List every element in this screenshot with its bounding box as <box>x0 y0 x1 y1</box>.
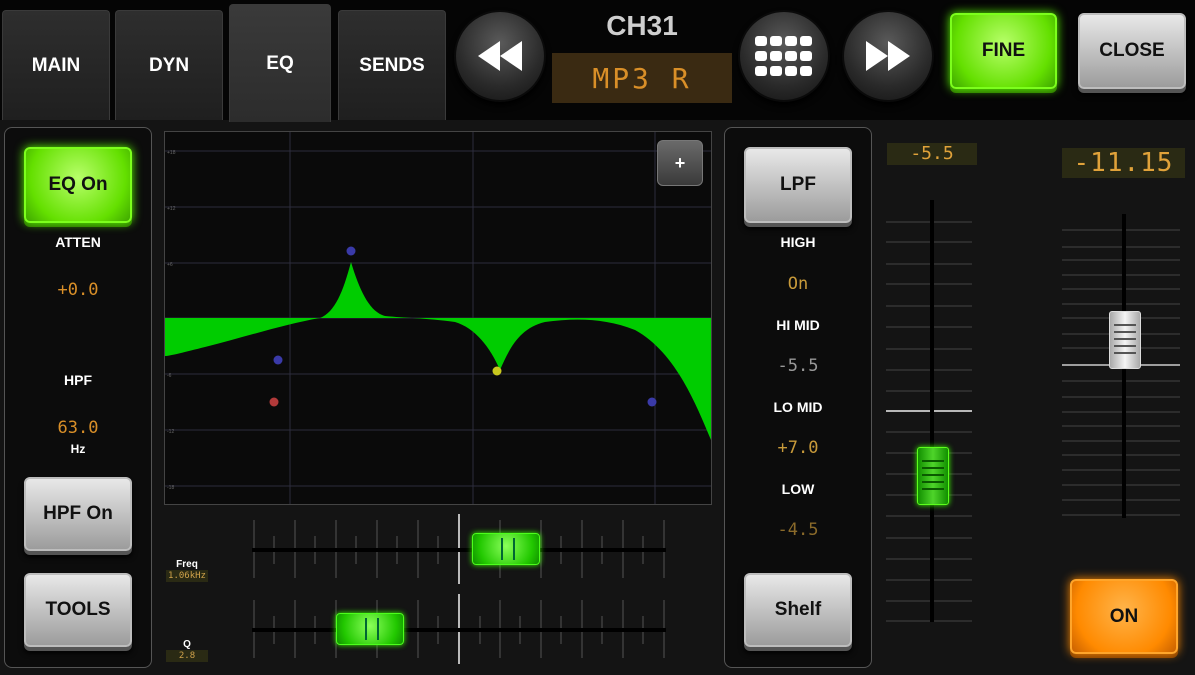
grid-icon <box>755 36 812 76</box>
close-button[interactable]: CLOSE <box>1078 13 1186 89</box>
rewind-icon <box>478 41 522 71</box>
gain-fader-handle[interactable] <box>917 447 949 505</box>
band-node-hpf[interactable] <box>269 397 279 407</box>
eq-curve-plot: +18 +12 +6 -6 -12 -18 <box>165 132 711 504</box>
svg-text:+18: +18 <box>167 150 176 156</box>
slider-ticks <box>252 514 666 664</box>
band-lo-mid-label[interactable]: LO MID <box>724 399 872 415</box>
gain-fader-scale <box>886 200 972 622</box>
svg-text:+12: +12 <box>167 206 176 212</box>
band-high-label[interactable]: HIGH <box>724 234 872 250</box>
channel-select-button[interactable] <box>738 10 830 102</box>
atten-value[interactable]: +0.0 <box>4 280 152 300</box>
q-value: 2.8 <box>166 650 208 662</box>
band-low-value: -4.5 <box>777 520 819 540</box>
q-label: Q <box>183 639 191 650</box>
tab-sends-label: SENDS <box>359 54 425 76</box>
channel-on-button[interactable]: ON <box>1070 579 1178 654</box>
band-node-lo-mid[interactable] <box>492 366 502 376</box>
hpf-frequency-value[interactable]: 63.0 <box>4 418 152 438</box>
hpf-on-button[interactable]: HPF On <box>24 477 132 551</box>
zoom-button[interactable]: + <box>657 140 703 186</box>
q-slider-handle[interactable] <box>336 613 404 645</box>
level-readout: -11.15 <box>1062 148 1185 178</box>
tab-eq-label: EQ <box>266 53 294 74</box>
next-channel-button[interactable] <box>842 10 934 102</box>
shelf-button[interactable]: Shelf <box>744 573 852 647</box>
tab-main-label: MAIN <box>31 54 81 76</box>
tab-dyn[interactable]: DYN <box>115 10 223 120</box>
freq-label: Freq <box>176 559 198 570</box>
lpf-button[interactable]: LPF <box>744 147 852 223</box>
band-node-low[interactable] <box>273 355 283 365</box>
band-high-value: On <box>787 274 809 294</box>
band-lo-mid-value: +7.0 <box>777 438 819 458</box>
svg-text:-12: -12 <box>167 429 174 435</box>
tab-eq[interactable]: EQ <box>229 4 331 122</box>
band-hi-mid-label[interactable]: HI MID <box>724 317 872 333</box>
band-node-lpf[interactable] <box>647 397 657 407</box>
atten-label: ATTEN <box>55 234 101 250</box>
fine-button[interactable]: FINE <box>950 13 1057 89</box>
eq-response-fill <box>165 262 711 440</box>
tab-dyn-label: DYN <box>148 54 190 76</box>
freq-slider-handle[interactable] <box>472 533 540 565</box>
channel-number: CH31 <box>606 10 678 41</box>
tab-sends[interactable]: SENDS <box>338 10 446 120</box>
hpf-label: HPF <box>64 372 92 388</box>
fast-forward-icon <box>866 41 910 71</box>
svg-text:-18: -18 <box>167 485 174 491</box>
tab-main[interactable]: MAIN <box>2 10 110 120</box>
band-low-label[interactable]: LOW <box>724 481 872 497</box>
band-node-hi-mid[interactable] <box>346 246 356 256</box>
tools-button[interactable]: TOOLS <box>24 573 132 647</box>
eq-curve-graph[interactable]: +18 +12 +6 -6 -12 -18 + <box>164 131 712 505</box>
svg-text:+6: +6 <box>167 262 173 268</box>
gain-readout: -5.5 <box>887 143 977 165</box>
band-hi-mid-value: -5.5 <box>777 356 819 376</box>
hpf-unit: Hz <box>70 442 86 456</box>
svg-text:-6: -6 <box>167 373 172 379</box>
previous-channel-button[interactable] <box>454 10 546 102</box>
channel-name-display: MP3 R <box>552 53 732 103</box>
freq-value: 1.06kHz <box>166 570 208 582</box>
level-fader-handle[interactable] <box>1109 311 1141 369</box>
eq-on-button[interactable]: EQ On <box>24 147 132 223</box>
